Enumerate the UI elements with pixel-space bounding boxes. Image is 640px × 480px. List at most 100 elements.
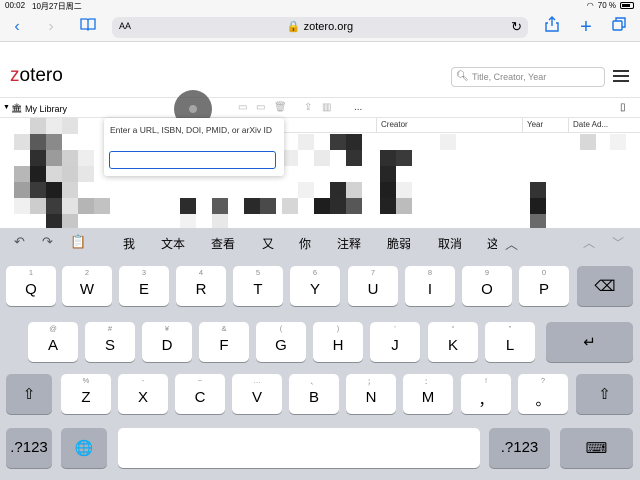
shift-left-key[interactable]: ⇧ bbox=[6, 374, 52, 414]
column-date-added[interactable]: Date Ad... bbox=[568, 118, 640, 132]
delete-key[interactable]: ⌫ bbox=[577, 266, 633, 306]
key-l[interactable]: ” L bbox=[485, 322, 535, 362]
key-hint: ! bbox=[484, 376, 488, 385]
pixelated-block bbox=[346, 150, 362, 166]
key-g[interactable]: (G bbox=[256, 322, 306, 362]
key-p[interactable]: 0P bbox=[519, 266, 569, 306]
key-w[interactable]: 2W bbox=[62, 266, 112, 306]
reload-icon[interactable]: ↻ bbox=[511, 19, 522, 35]
column-year[interactable]: Year bbox=[522, 118, 568, 132]
key-o[interactable]: 9O bbox=[462, 266, 512, 306]
pixelated-block bbox=[14, 198, 30, 214]
pixelated-block bbox=[346, 198, 362, 214]
key-i[interactable]: 8I bbox=[405, 266, 455, 306]
search-input[interactable]: 🔍︎ Title, Creator, Year bbox=[451, 67, 605, 87]
pixelated-block bbox=[396, 182, 412, 198]
key-a[interactable]: @ A bbox=[28, 322, 78, 362]
chevron-down-icon[interactable]: ﹀ bbox=[612, 234, 624, 251]
candidate-item[interactable]: 脆弱 bbox=[387, 235, 411, 252]
trash-icon[interactable]: 🗑 bbox=[274, 102, 287, 113]
key-hint: 9 bbox=[484, 268, 490, 277]
expand-candidates-icon[interactable]: ︿ bbox=[505, 234, 518, 253]
numbers-right-key[interactable]: .?123 bbox=[489, 428, 550, 468]
key-n[interactable]: ； N bbox=[346, 374, 396, 414]
plus-icon[interactable]: + bbox=[575, 16, 597, 38]
pixelated-block bbox=[30, 118, 46, 134]
my-library-label[interactable]: My Library bbox=[25, 104, 67, 114]
space-key[interactable] bbox=[118, 428, 480, 468]
tabs-icon[interactable] bbox=[608, 16, 630, 38]
pixelated-block bbox=[62, 150, 78, 166]
chevron-up-icon[interactable]: ︿ bbox=[583, 234, 595, 251]
candidate-item[interactable]: 这 bbox=[487, 235, 497, 252]
key-hint: ? bbox=[540, 376, 546, 385]
globe-key[interactable]: 🌐 bbox=[61, 428, 107, 468]
candidate-item[interactable]: 你 bbox=[299, 235, 311, 252]
key-r[interactable]: 4R bbox=[176, 266, 226, 306]
key-j[interactable]: ' J bbox=[370, 322, 420, 362]
key-hint: ” bbox=[508, 324, 512, 333]
status-right: ◠ 70 % bbox=[587, 1, 634, 10]
key-comma[interactable]: !， bbox=[461, 374, 511, 414]
paste-icon[interactable]: 📋 bbox=[70, 234, 86, 250]
more-options-icon[interactable]: ... bbox=[354, 102, 362, 113]
key-x[interactable]: -X bbox=[118, 374, 168, 414]
hamburger-menu-icon[interactable] bbox=[613, 70, 629, 82]
column-creator[interactable]: Creator bbox=[376, 118, 522, 132]
candidate-item[interactable]: 注释 bbox=[337, 235, 361, 252]
key-d[interactable]: ¥ D bbox=[142, 322, 192, 362]
key-label: Q bbox=[25, 281, 37, 298]
shift-right-key[interactable]: ⇧ bbox=[576, 374, 633, 414]
key-label: K bbox=[447, 337, 458, 354]
candidate-item[interactable]: 我 bbox=[123, 235, 135, 252]
key-c[interactable]: ~ C bbox=[175, 374, 225, 414]
key-v[interactable]: … V bbox=[232, 374, 282, 414]
key-q[interactable]: 1Q bbox=[6, 266, 56, 306]
battery-percent: 70 % bbox=[597, 1, 616, 10]
pixelated-block bbox=[30, 166, 46, 182]
key-s[interactable]: # S bbox=[85, 322, 135, 362]
key-period[interactable]: ?。 bbox=[518, 374, 568, 414]
key-u[interactable]: 7U bbox=[348, 266, 398, 306]
onscreen-keyboard: ↶ ↷ 📋 我 文本 查看 又 你 注释 脆弱 取消 这 ︿ ︿ ﹀ 1Q2W3… bbox=[0, 228, 640, 480]
search-placeholder: Title, Creator, Year bbox=[472, 72, 547, 82]
column-toggle-icon[interactable]: ▯ bbox=[620, 102, 626, 113]
key-m[interactable]: ： M bbox=[403, 374, 453, 414]
key-k[interactable]: “K bbox=[428, 322, 478, 362]
zotero-logo[interactable]: zotero bbox=[10, 65, 63, 87]
wifi-icon: ◠ bbox=[586, 1, 594, 10]
numbers-left-key[interactable]: .?123 bbox=[6, 428, 52, 468]
redo-icon[interactable]: ↷ bbox=[42, 234, 53, 250]
chevron-right-icon[interactable]: › bbox=[40, 16, 62, 38]
key-label: ↵ bbox=[583, 334, 596, 351]
candidate-item[interactable]: 查看 bbox=[211, 235, 235, 252]
key-b[interactable]: 、 B bbox=[289, 374, 339, 414]
chevron-left-icon[interactable]: ‹ bbox=[6, 16, 28, 38]
collapse-triangle-icon[interactable]: ▼ bbox=[3, 104, 10, 111]
key-f[interactable]: & F bbox=[199, 322, 249, 362]
pixelated-block bbox=[30, 182, 46, 198]
key-z[interactable]: % Z bbox=[61, 374, 111, 414]
share-icon[interactable] bbox=[541, 16, 563, 38]
candidate-item[interactable]: 取消 bbox=[438, 235, 462, 252]
pixelated-block bbox=[62, 166, 78, 182]
identifier-input[interactable] bbox=[109, 151, 276, 169]
export-icon[interactable]: ⇪ bbox=[304, 102, 312, 113]
pixelated-block bbox=[244, 198, 260, 214]
hide-keyboard-key[interactable]: ⌨ bbox=[560, 428, 633, 468]
undo-icon[interactable]: ↶ bbox=[14, 234, 25, 250]
candidate-item[interactable]: 文本 bbox=[161, 235, 185, 252]
key-y[interactable]: 6Y bbox=[290, 266, 340, 306]
bibliography-icon[interactable]: ▥ bbox=[322, 102, 331, 113]
key-label: X bbox=[137, 389, 148, 406]
return-key[interactable]: ↵ bbox=[546, 322, 633, 362]
key-h[interactable]: ) H bbox=[313, 322, 363, 362]
key-hint: 6 bbox=[312, 268, 318, 277]
new-collection-icon[interactable]: ▭ bbox=[238, 102, 247, 113]
key-e[interactable]: 3E bbox=[119, 266, 169, 306]
book-icon[interactable] bbox=[77, 16, 99, 38]
candidate-item[interactable]: 又 bbox=[262, 235, 274, 252]
add-to-collection-icon[interactable]: ▭ bbox=[256, 102, 265, 113]
address-bar[interactable]: AA 🔒 zotero.org ↻ bbox=[112, 17, 528, 38]
key-t[interactable]: 5T bbox=[233, 266, 283, 306]
